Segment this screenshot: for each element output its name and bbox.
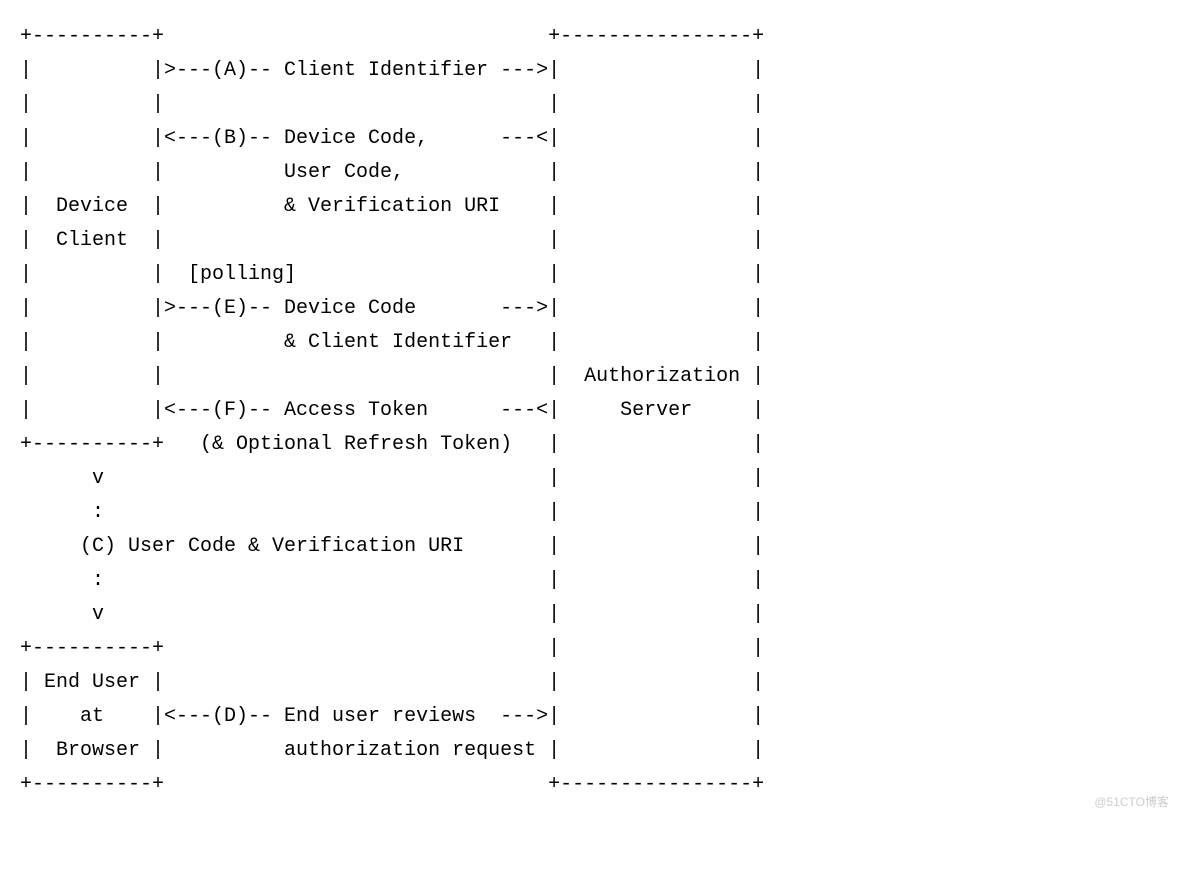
- diagram-line: | Client | | |: [20, 229, 764, 252]
- diagram-line: v | |: [20, 603, 764, 626]
- diagram-line: | |<---(B)-- Device Code, ---<| |: [20, 127, 764, 150]
- diagram-line: | Device | & Verification URI | |: [20, 195, 764, 218]
- diagram-line: | | & Client Identifier | |: [20, 331, 764, 354]
- diagram-line: | Browser | authorization request | |: [20, 739, 764, 762]
- diagram-line: : | |: [20, 569, 764, 592]
- diagram-line: | | User Code, | |: [20, 161, 764, 184]
- ascii-diagram: +----------+ +----------------+ | |>---(…: [20, 20, 1164, 802]
- diagram-line: | End User | | |: [20, 671, 764, 694]
- diagram-line: (C) User Code & Verification URI | |: [20, 535, 764, 558]
- diagram-line: +----------+ | |: [20, 637, 764, 660]
- diagram-line: | at |<---(D)-- End user reviews --->| |: [20, 705, 764, 728]
- diagram-line: | |>---(A)-- Client Identifier --->| |: [20, 59, 764, 82]
- diagram-line: | | [polling] | |: [20, 263, 764, 286]
- diagram-line: : | |: [20, 501, 764, 524]
- watermark-text: @51CTO博客: [1094, 792, 1169, 812]
- diagram-line: +----------+ +----------------+: [20, 25, 764, 48]
- diagram-line: | |>---(E)-- Device Code --->| |: [20, 297, 764, 320]
- diagram-line: +----------+ +----------------+: [20, 773, 764, 796]
- diagram-line: | | | Authorization |: [20, 365, 764, 388]
- diagram-line: | |<---(F)-- Access Token ---<| Server |: [20, 399, 764, 422]
- diagram-line: v | |: [20, 467, 764, 490]
- diagram-line: | | | |: [20, 93, 764, 116]
- diagram-line: +----------+ (& Optional Refresh Token) …: [20, 433, 764, 456]
